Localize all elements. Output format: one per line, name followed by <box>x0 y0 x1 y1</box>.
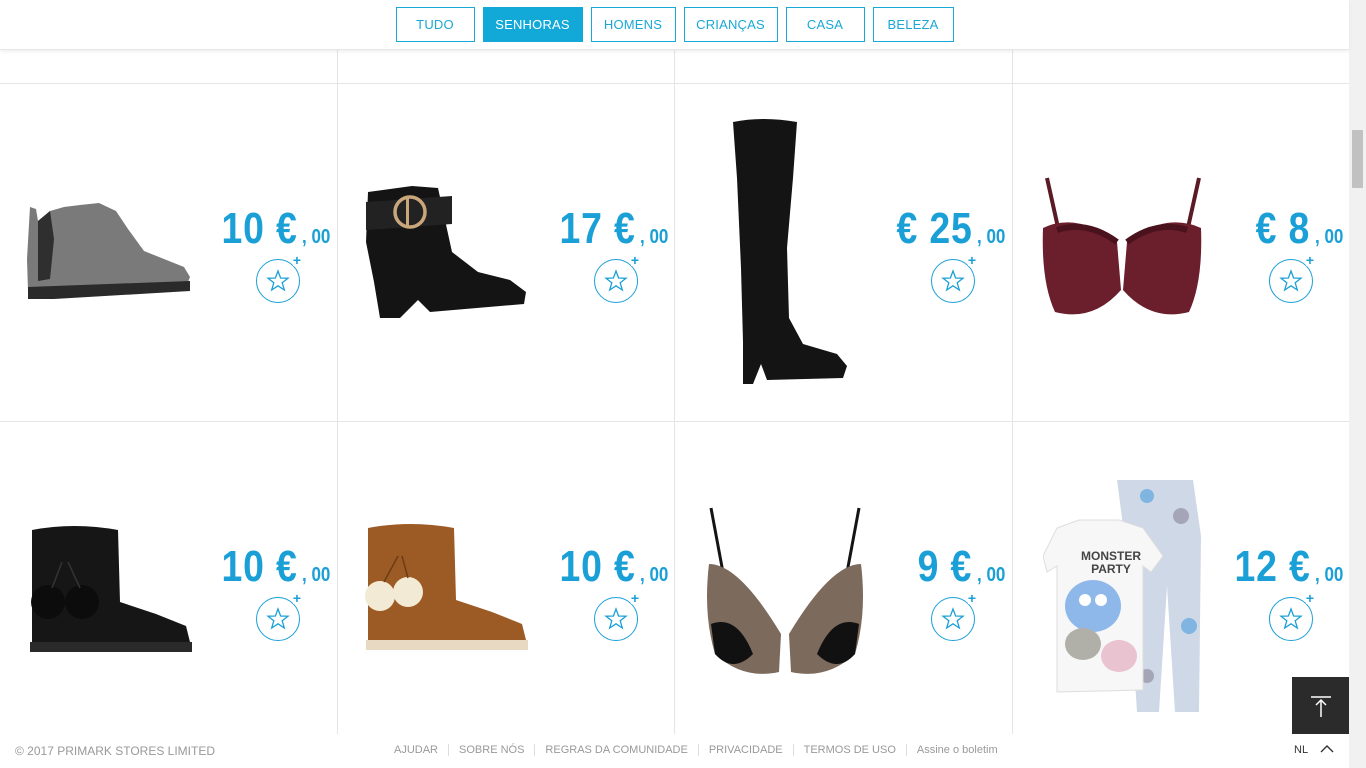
star-icon <box>604 607 628 630</box>
price-main: 10 € <box>559 542 636 591</box>
plus-icon: + <box>967 590 976 606</box>
tab-beleza[interactable]: BELEZA <box>872 7 954 42</box>
price-main: 10 € <box>221 204 298 253</box>
price-cents: , 00 <box>301 226 330 248</box>
add-to-favourites-button[interactable]: + <box>1269 253 1314 303</box>
price-cents: , 00 <box>1314 226 1343 248</box>
price-main: 17 € <box>559 204 636 253</box>
add-to-favourites-button[interactable]: + <box>1269 591 1314 641</box>
add-to-favourites-button[interactable]: + <box>594 591 639 641</box>
copyright: © 2017 PRIMARK STORES LIMITED <box>15 744 216 758</box>
product-card[interactable]: 10 €, 00 + <box>0 84 337 422</box>
price-main: 12 € <box>1234 542 1311 591</box>
footer-link-newsletter[interactable]: Assine o boletim <box>905 744 1008 756</box>
price-main: 10 € <box>221 542 298 591</box>
ankle-boot-grey-image <box>27 203 190 299</box>
star-icon <box>604 269 628 292</box>
price: 9 €, 00 <box>908 542 1010 592</box>
star-icon <box>941 269 965 292</box>
tab-senhoras[interactable]: SENHORAS <box>482 7 583 42</box>
scrollbar-track[interactable] <box>1349 0 1366 768</box>
tab-criancas[interactable]: CRIANÇAS <box>683 7 778 42</box>
star-icon <box>1279 269 1303 292</box>
add-to-favourites-button[interactable]: + <box>256 253 301 303</box>
add-to-favourites-button[interactable]: + <box>931 591 976 641</box>
tab-casa[interactable]: CASA <box>785 7 865 42</box>
pompom-boot-black-image <box>30 526 192 652</box>
price-cents: , 00 <box>976 564 1005 586</box>
footer-link-termos[interactable]: TERMOS DE USO <box>792 744 906 756</box>
product-card[interactable]: 10 €, 00 + <box>338 422 675 760</box>
price-cents: , 00 <box>976 226 1005 248</box>
bra-black-lace-image <box>707 507 863 674</box>
footer-link-privacidade[interactable]: PRIVACIDADE <box>697 744 793 756</box>
chevron-up-icon[interactable] <box>1320 742 1334 756</box>
footer: © 2017 PRIMARK STORES LIMITED AJUDAR SOB… <box>0 734 1349 768</box>
price-cents: , 00 <box>639 564 668 586</box>
arrow-up-icon <box>1310 695 1331 717</box>
product-card[interactable]: 17 €, 00 + <box>338 84 675 422</box>
plus-icon: + <box>292 590 301 606</box>
price-cents: , 00 <box>301 564 330 586</box>
add-to-favourites-button[interactable]: + <box>256 591 301 641</box>
bra-burgundy-image <box>1042 177 1202 315</box>
product-grid: 10 €, 00 + 17 €, 00 + € 25, 00 + € 8 , 0… <box>0 0 1349 768</box>
product-card[interactable]: 9 €, 00 + <box>675 422 1012 760</box>
footer-link-regras[interactable]: REGRAS DA COMUNIDADE <box>534 744 697 756</box>
plus-icon: + <box>1305 590 1314 606</box>
back-to-top-button[interactable] <box>1292 677 1349 734</box>
page: 10 €, 00 + 17 €, 00 + € 25, 00 + € 8 , 0… <box>0 0 1366 768</box>
footer-links: AJUDAR SOBRE NÓS REGRAS DA COMUNIDADE PR… <box>384 744 1008 756</box>
product-card[interactable]: € 25, 00 + <box>675 84 1012 422</box>
star-icon <box>266 607 290 630</box>
plus-icon: + <box>292 252 301 268</box>
scrollbar-thumb[interactable] <box>1352 130 1363 188</box>
plus-icon: + <box>630 590 639 606</box>
ankle-boot-buckle-black-image <box>366 186 526 318</box>
price-main: 9 € <box>918 542 973 591</box>
plus-icon: + <box>1305 252 1314 268</box>
pyjama-print-text: MONSTER PARTY <box>1081 549 1141 576</box>
price-main: € 8 <box>1256 204 1311 253</box>
price-cents: , 00 <box>1314 564 1343 586</box>
add-to-favourites-button[interactable]: + <box>594 253 639 303</box>
pompom-boot-tan-image <box>365 524 528 650</box>
add-to-favourites-button[interactable]: + <box>931 253 976 303</box>
price: 10 €, 00 <box>208 204 335 254</box>
language-selector[interactable]: NL <box>1294 744 1308 756</box>
star-icon <box>1279 607 1303 630</box>
price: 12 €, 00 <box>1221 542 1348 592</box>
pyjama-monster-party-image <box>1043 480 1201 712</box>
plus-icon: + <box>967 252 976 268</box>
star-icon <box>941 607 965 630</box>
star-icon <box>266 269 290 292</box>
price: 10 €, 00 <box>208 542 335 592</box>
price-cents: , 00 <box>639 226 668 248</box>
category-tab-bar: TUDO SENHORAS HOMENS CRIANÇAS CASA BELEZ… <box>0 0 1349 50</box>
footer-link-ajudar[interactable]: AJUDAR <box>384 744 448 756</box>
price: 10 €, 00 <box>546 542 673 592</box>
price: € 25, 00 <box>883 204 1010 254</box>
product-card[interactable]: 10 €, 00 + <box>0 422 337 760</box>
plus-icon: + <box>630 252 639 268</box>
price: € 8, 00 <box>1246 204 1348 254</box>
tab-tudo[interactable]: TUDO <box>395 7 475 42</box>
tab-homens[interactable]: HOMENS <box>590 7 676 42</box>
product-card[interactable]: € 8, 00 + <box>1013 84 1350 422</box>
footer-link-sobre-nos[interactable]: SOBRE NÓS <box>448 744 534 756</box>
price: 17 €, 00 <box>546 204 673 254</box>
over-knee-boot-black-image <box>733 119 847 384</box>
price-main: € 25 <box>896 204 973 253</box>
